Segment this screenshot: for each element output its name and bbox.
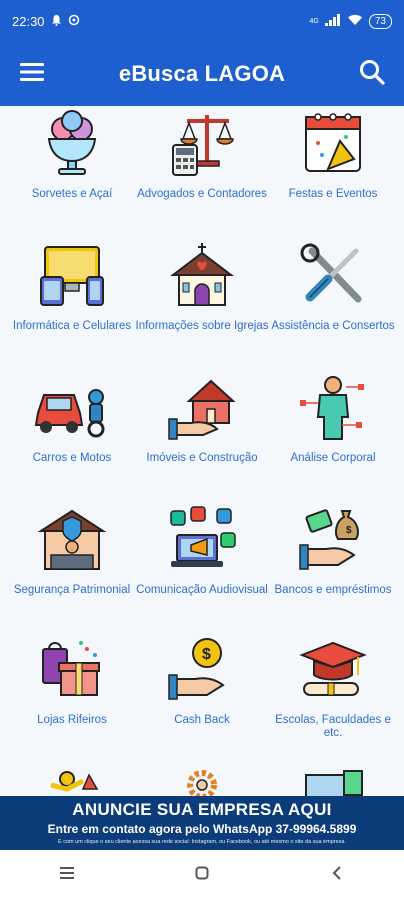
car-motorcycle-icon: [34, 370, 110, 446]
app-bar: eBusca LAGOA: [0, 42, 404, 106]
security-guard-icon: [34, 502, 110, 578]
home-icon: [195, 866, 209, 885]
status-bar: 22:30 4G 73: [0, 0, 404, 42]
category-partial-1[interactable]: [5, 766, 139, 796]
menu-button[interactable]: [0, 42, 64, 106]
category-label: Sorvetes e Açaí: [31, 188, 113, 200]
category-label: Bancos e empréstimos: [274, 584, 392, 596]
banner-title: ANUNCIE SUA EMPRESA AQUI: [72, 800, 332, 819]
back-icon: [332, 865, 342, 885]
status-time: 22:30: [12, 13, 45, 29]
category-analise[interactable]: Análise Corporal: [266, 370, 400, 465]
computer-phone-icon: [34, 238, 110, 314]
category-label: Carros e Motos: [32, 452, 112, 464]
category-label: Escolas, Faculdades e etc.: [275, 714, 391, 739]
search-icon: [359, 59, 385, 90]
category-partial-2[interactable]: [135, 766, 269, 796]
gift-bag-icon: [34, 632, 110, 708]
tools-icon: [295, 238, 371, 314]
graduation-cap-icon: [295, 632, 371, 708]
battery-indicator: 73: [368, 13, 392, 29]
search-button[interactable]: [340, 42, 404, 106]
category-label: Informática e Celulares: [12, 320, 132, 332]
calendar-party-icon: [295, 106, 371, 182]
wifi-icon: [347, 14, 363, 29]
banner-fineprint: E com um clique o seu cliente acessa sua…: [58, 839, 346, 845]
house-hand-icon: [164, 370, 240, 446]
church-icon: [164, 238, 240, 314]
coin-hand-icon: $: [164, 632, 240, 708]
category-comunicacao[interactable]: Comunicação Audiovisual: [135, 502, 269, 597]
media-laptop-icon: [164, 502, 240, 578]
category-partial-3[interactable]: [266, 766, 400, 796]
category-label: Assistência e Consertos: [271, 320, 395, 332]
banner-subtitle: Entre em contato agora pelo WhatsApp 37-…: [47, 822, 357, 836]
category-label: Segurança Patrimonial: [13, 584, 131, 596]
category-informatica[interactable]: Informática e Celulares: [5, 238, 139, 333]
category-label: Comunicação Audiovisual: [136, 584, 268, 596]
register-icon: [295, 766, 371, 796]
category-label: Imóveis e Construção: [146, 452, 258, 464]
category-escolas[interactable]: Escolas, Faculdades e etc.: [266, 632, 400, 740]
network-label: 4G: [309, 17, 319, 25]
body-analysis-icon: [295, 370, 371, 446]
recent-apps-icon: [60, 866, 75, 884]
menu-icon: [20, 62, 44, 86]
category-label: Cash Back: [174, 714, 230, 726]
home-button[interactable]: [162, 850, 242, 900]
ice-cream-icon: [34, 106, 110, 182]
notification-bell-icon: [51, 14, 62, 29]
category-sorvetes[interactable]: Sorvetes e Açaí: [5, 106, 139, 201]
category-seguranca[interactable]: Segurança Patrimonial: [5, 502, 139, 597]
celebration-icon: [34, 766, 110, 796]
category-label: Informações sobre Igrejas: [135, 320, 269, 332]
money-hand-icon: $: [295, 502, 371, 578]
category-label: Festas e Eventos: [288, 188, 378, 200]
recent-apps-button[interactable]: [27, 850, 107, 900]
category-label: Lojas Rifeiros: [37, 714, 107, 726]
category-label: Advogados e Contadores: [137, 188, 267, 200]
gears-icon: [164, 766, 240, 796]
signal-icon: [324, 13, 341, 29]
scale-calculator-icon: [164, 106, 240, 182]
svg-text:$: $: [202, 646, 211, 663]
sync-icon: [68, 14, 80, 29]
back-button[interactable]: [297, 850, 377, 900]
system-nav-bar: [0, 850, 404, 900]
category-bancos[interactable]: $ Bancos e empréstimos: [266, 502, 400, 597]
category-cashback[interactable]: $ Cash Back: [135, 632, 269, 727]
category-label: Análise Corporal: [290, 452, 376, 464]
app-title: eBusca LAGOA: [118, 61, 286, 86]
category-igrejas[interactable]: Informações sobre Igrejas: [135, 238, 269, 333]
category-assistencia[interactable]: Assistência e Consertos: [266, 238, 400, 333]
category-imoveis[interactable]: Imóveis e Construção: [135, 370, 269, 465]
category-festas[interactable]: Festas e Eventos: [266, 106, 400, 201]
category-advogados[interactable]: Advogados e Contadores: [135, 106, 269, 201]
category-grid: Sorvetes e Açaí Advogados e Contadores F…: [0, 106, 404, 796]
category-carros[interactable]: Carros e Motos: [5, 370, 139, 465]
svg-text:$: $: [346, 525, 352, 536]
advertise-banner[interactable]: ANUNCIE SUA EMPRESA AQUI Entre em contat…: [0, 796, 404, 850]
category-lojas[interactable]: Lojas Rifeiros: [5, 632, 139, 727]
